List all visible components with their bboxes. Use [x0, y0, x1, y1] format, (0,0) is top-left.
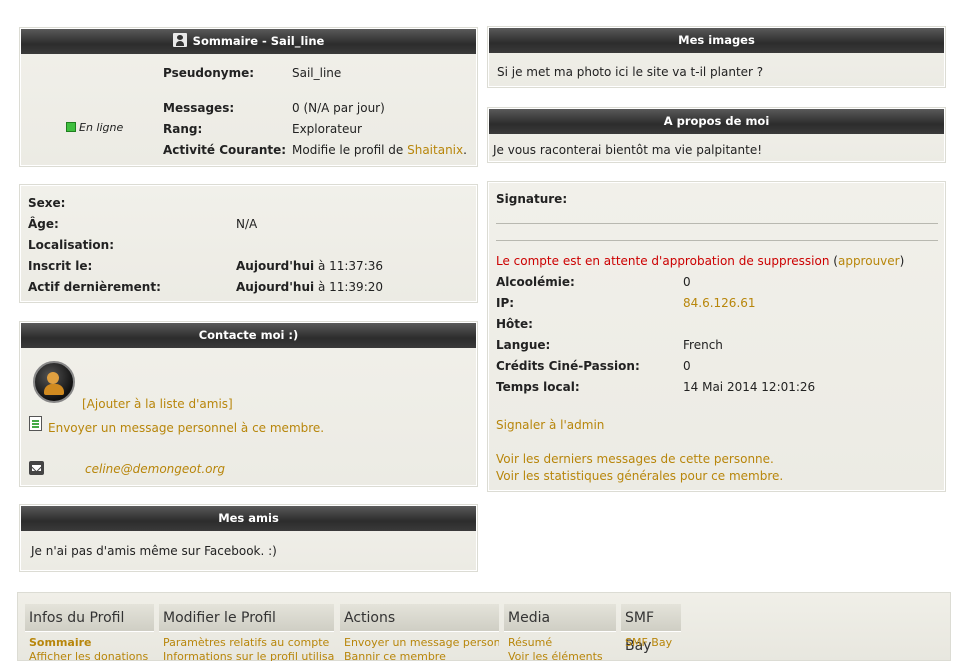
localisation-label: Localisation: — [28, 238, 115, 252]
activite-user-link[interactable]: Shaitanix — [407, 143, 463, 157]
credits-label: Crédits Ciné-Passion: — [496, 359, 640, 373]
hote-label: Hôte: — [496, 317, 533, 331]
langue-label: Langue: — [496, 338, 551, 352]
menu-col-modifier: Modifier le Profil Paramètres relatifs a… — [159, 604, 334, 661]
age-value: N/A — [236, 217, 258, 231]
friends-text: Je n'ai pas d'amis même sur Facebook. :) — [31, 544, 277, 558]
temps-label: Temps local: — [496, 380, 580, 394]
temps-value: 14 Mai 2014 12:01:26 — [683, 380, 816, 394]
user-icon — [172, 33, 187, 47]
send-pm-link[interactable]: Envoyer un message personnel à ce membre… — [48, 421, 324, 435]
pseudonyme-label: Pseudonyme: — [163, 66, 255, 80]
messages-value: 0 (N/A par jour) — [292, 101, 385, 115]
report-admin-link[interactable]: Signaler à l'admin — [496, 418, 604, 432]
divider — [496, 240, 938, 241]
alcool-label: Alcoolémie: — [496, 275, 575, 289]
online-status: En ligne — [66, 121, 123, 134]
images-panel: Mes images Si je met ma photo ici le sit… — [487, 26, 946, 88]
menu-heading[interactable]: Media — [504, 604, 616, 632]
langue-value: French — [683, 338, 723, 352]
ip-link[interactable]: 84.6.126.61 — [683, 296, 756, 310]
ip-label: IP: — [496, 296, 515, 310]
actif-value: Aujourd'hui à 11:39:20 — [236, 280, 384, 294]
inscrit-label: Inscrit le: — [28, 259, 93, 273]
personal-message-icon — [29, 416, 42, 431]
last-messages-link[interactable]: Voir les derniers messages de cette pers… — [496, 452, 774, 466]
menu-col-media: Media Résumé Voir les éléments — [504, 604, 616, 661]
contact-panel: Contacte moi :) [Ajouter à la liste d'am… — [19, 321, 478, 487]
activite-value: Modifie le profil de Shaitanix. — [292, 143, 467, 157]
menu-item[interactable]: Résumé — [504, 636, 616, 650]
menu-item[interactable]: Paramètres relatifs au compte — [159, 636, 334, 650]
menu-col-actions: Actions Envoyer un message personnel Ban… — [340, 604, 499, 661]
signature-panel: Signature: Le compte est en attente d'ap… — [487, 181, 946, 492]
pending-deletion-notice: Le compte est en attente d'approbation d… — [496, 254, 905, 268]
divider — [496, 223, 938, 224]
menu-item[interactable]: Envoyer un message personnel — [340, 636, 499, 650]
summary-title: Sommaire - Sail_line — [192, 34, 325, 48]
contact-header: Contacte moi :) — [21, 323, 476, 348]
menu-item-sommaire[interactable]: Sommaire — [25, 636, 154, 650]
menu-item[interactable]: Voir les éléments — [504, 650, 616, 661]
pseudonyme-value: Sail_line — [292, 66, 342, 80]
images-header: Mes images — [489, 28, 944, 53]
details-panel: Sexe: Âge: N/A Localisation: Inscrit le:… — [19, 184, 478, 303]
about-panel: A propos de moi Je vous raconterai bient… — [487, 107, 946, 163]
images-text: Si je met ma photo ici le site va t-il p… — [497, 65, 764, 79]
menu-heading[interactable]: Modifier le Profil — [159, 604, 334, 632]
about-header: A propos de moi — [489, 109, 944, 134]
profile-menu: Infos du Profil Sommaire Afficher les do… — [17, 592, 951, 661]
stats-link[interactable]: Voir les statistiques générales pour ce … — [496, 469, 783, 483]
summary-panel: Sommaire - Sail_line En ligne Pseudonyme… — [19, 27, 478, 167]
rang-value: Explorateur — [292, 122, 362, 136]
approve-link[interactable]: approuver — [838, 254, 900, 268]
menu-col-smfbay: SMF Bay SMF Bay — [621, 604, 681, 654]
email-icon — [29, 461, 44, 475]
about-text: Je vous raconterai bientôt ma vie palpit… — [493, 143, 763, 157]
menu-col-infos: Infos du Profil Sommaire Afficher les do… — [25, 604, 154, 661]
friends-panel: Mes amis Je n'ai pas d'amis même sur Fac… — [19, 504, 478, 572]
menu-item[interactable]: SMF Bay — [621, 636, 681, 650]
menu-item[interactable]: Informations sur le profil utilisateur — [159, 650, 334, 661]
age-label: Âge: — [28, 217, 59, 231]
actif-label: Actif dernièrement: — [28, 280, 161, 294]
activite-label: Activité Courante: — [163, 143, 287, 157]
summary-header: Sommaire - Sail_line — [21, 29, 476, 54]
buddy-avatar-icon — [33, 361, 75, 403]
menu-item[interactable]: Bannir ce membre — [340, 650, 499, 661]
online-icon — [66, 122, 76, 132]
alcool-value: 0 — [683, 275, 691, 289]
email-link[interactable]: celine@demongeot.org — [85, 462, 225, 476]
menu-item[interactable]: Afficher les donations — [25, 650, 154, 661]
add-friend-link[interactable]: [Ajouter à la liste d'amis] — [82, 397, 233, 411]
rang-label: Rang: — [163, 122, 203, 136]
messages-label: Messages: — [163, 101, 235, 115]
friends-header: Mes amis — [21, 506, 476, 531]
sexe-label: Sexe: — [28, 196, 66, 210]
signature-label: Signature: — [496, 192, 568, 206]
credits-value: 0 — [683, 359, 691, 373]
menu-heading[interactable]: Actions — [340, 604, 499, 632]
menu-heading[interactable]: Infos du Profil — [25, 604, 154, 632]
inscrit-value: Aujourd'hui à 11:37:36 — [236, 259, 384, 273]
menu-heading[interactable]: SMF Bay — [621, 604, 681, 654]
